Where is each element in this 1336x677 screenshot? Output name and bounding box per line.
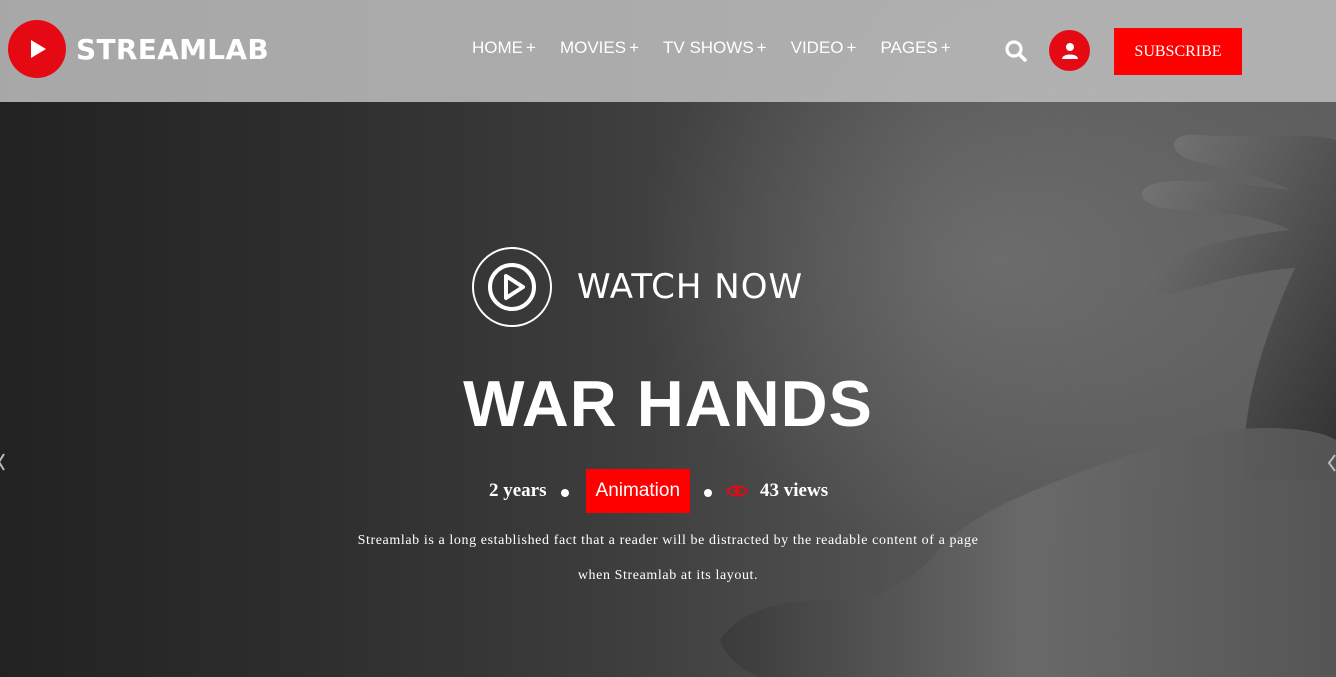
search-icon[interactable]: [1004, 39, 1028, 63]
user-account-button[interactable]: [1049, 30, 1090, 71]
plus-icon: +: [756, 38, 767, 57]
site-header: STREAMLAB HOME + MOVIES + TV SHOWS + VIDEO +…: [0, 0, 1336, 102]
eye-icon: [726, 484, 749, 498]
plus-icon: +: [846, 38, 857, 57]
description-line: when Streamlab at its layout.: [577, 568, 759, 583]
nav-item-tv-shows[interactable]: TV SHOWS +: [663, 38, 767, 64]
nav-item-label: VIDEO: [790, 38, 844, 57]
watch-now-button[interactable]: WATCH NOW: [472, 247, 803, 327]
nav-item-pages[interactable]: PAGES +: [880, 38, 950, 64]
site-logo[interactable]: STREAMLAB: [8, 19, 270, 79]
nav-item-video[interactable]: VIDEO +: [791, 38, 857, 64]
user-icon: [1061, 42, 1078, 59]
view-count: 43 views: [760, 480, 829, 501]
movie-description: Streamlab is a long established fact tha…: [318, 523, 1018, 593]
nav-item-home[interactable]: HOME +: [472, 38, 536, 64]
movie-title: WAR HANDS: [463, 367, 873, 440]
plus-icon: +: [940, 38, 951, 57]
separator-dot: [704, 489, 713, 497]
play-circle-icon: [472, 247, 552, 327]
movie-meta: 2 years Animation 43 views: [489, 469, 828, 513]
watch-now-label: WATCH NOW: [577, 267, 804, 307]
nav-item-label: TV SHOWS: [663, 38, 754, 57]
nav-item-movies[interactable]: MOVIES +: [560, 38, 639, 64]
genre-badge[interactable]: Animation: [585, 469, 691, 513]
release-age: 2 years: [489, 480, 547, 501]
plus-icon: +: [629, 38, 639, 57]
main-nav: HOME + MOVIES + TV SHOWS + VIDEO + PAGES +: [472, 38, 975, 64]
separator-dot: [560, 489, 569, 497]
logo-text: STREAMLAB: [76, 32, 270, 66]
nav-item-label: HOME: [472, 38, 523, 57]
plus-icon: +: [526, 38, 536, 57]
slider-next-icon[interactable]: [1326, 452, 1336, 474]
nav-item-label: PAGES: [880, 38, 938, 57]
description-line: Streamlab is a long established fact tha…: [357, 533, 979, 548]
nav-item-label: MOVIES: [559, 38, 627, 57]
subscribe-button[interactable]: SUBSCRIBE: [1114, 28, 1242, 75]
play-logo-icon: [8, 20, 66, 78]
slider-prev-icon[interactable]: [0, 452, 6, 472]
